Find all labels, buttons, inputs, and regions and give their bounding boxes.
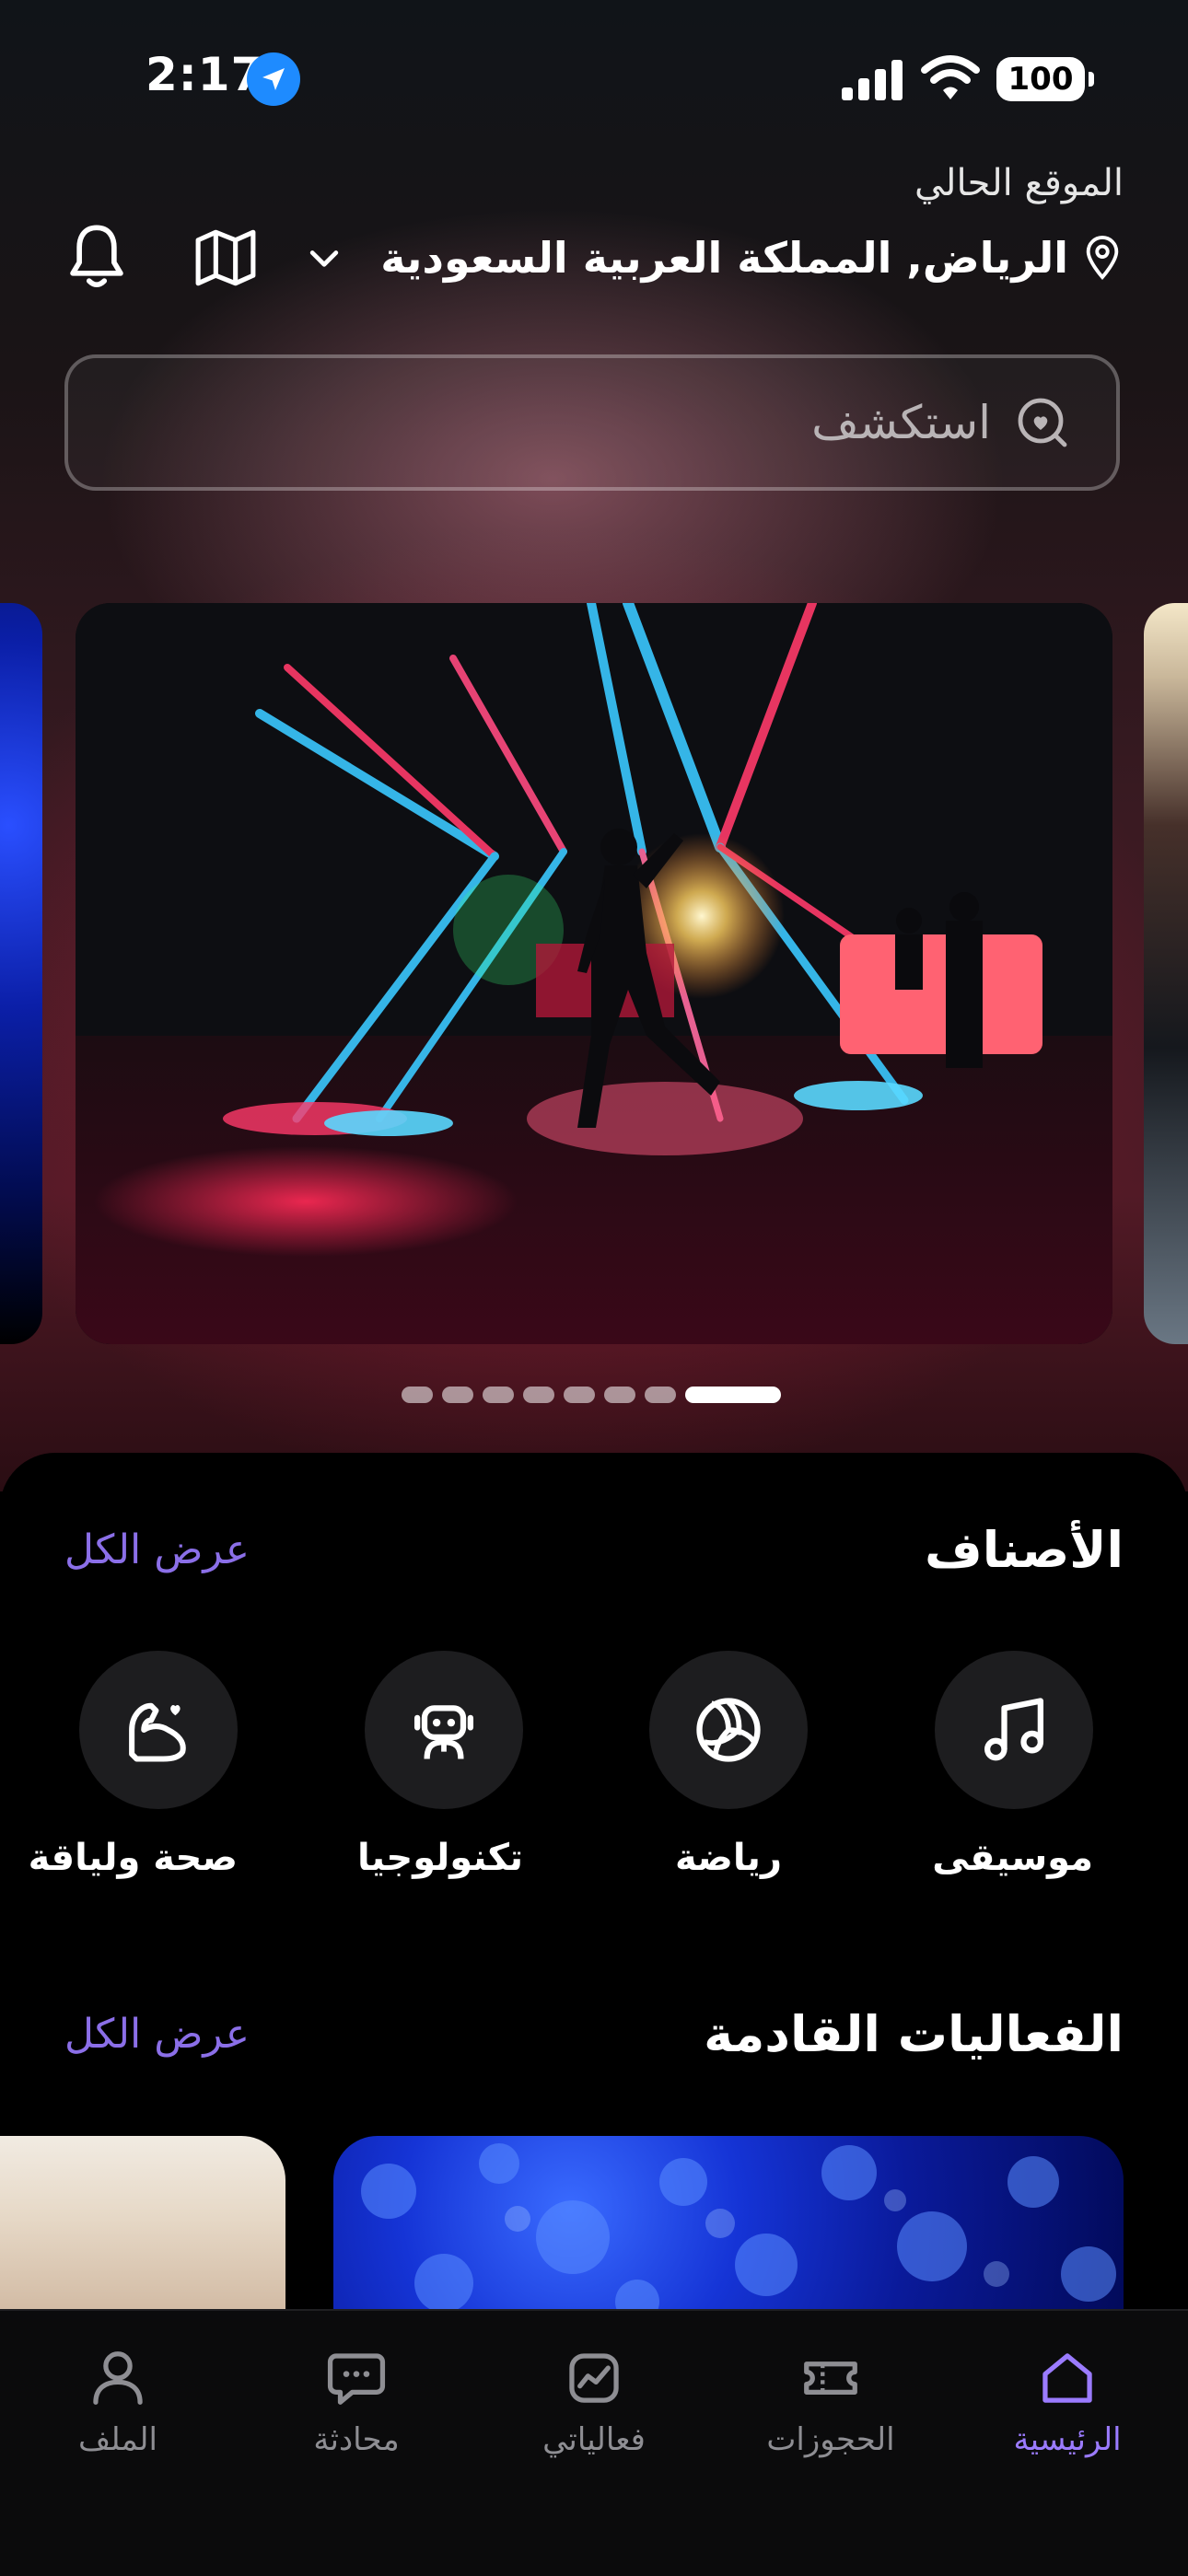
profile-icon: [93, 2351, 143, 2405]
category-sports[interactable]: رياضة: [649, 1651, 808, 1879]
activity-chart-icon: [569, 2353, 619, 2403]
event-image: [361, 2143, 1116, 2320]
event-card-primary[interactable]: [333, 2136, 1124, 2320]
category-label: موسيقى: [932, 1837, 1093, 1879]
pagination-dot[interactable]: [483, 1387, 514, 1403]
tab-bookings[interactable]: الحجوزات: [729, 2346, 932, 2458]
status-time: 2:17: [146, 48, 264, 101]
event-card-secondary[interactable]: [0, 2136, 285, 2320]
category-icon-circle: [365, 1651, 523, 1809]
category-technology[interactable]: تكنولوجيا: [357, 1651, 523, 1879]
pagination-dot[interactable]: [523, 1387, 554, 1403]
pagination-dot[interactable]: [564, 1387, 595, 1403]
search-input[interactable]: استكشف: [64, 354, 1120, 491]
category-label: صحة ولياقة: [28, 1837, 238, 1879]
tab-label: الملف: [78, 2421, 157, 2458]
category-health-fitness[interactable]: صحة ولياقة: [28, 1651, 238, 1879]
categories-view-all-link[interactable]: عرض الكل: [64, 1526, 250, 1573]
pagination-dot[interactable]: [442, 1387, 473, 1403]
category-icon-circle: [649, 1651, 808, 1809]
location-label: الموقع الحالي: [914, 162, 1124, 204]
home-icon: [1042, 2353, 1092, 2403]
tab-my-events[interactable]: فعالياتي: [493, 2346, 695, 2458]
category-icon-circle: [79, 1651, 238, 1809]
carousel-card-current[interactable]: [76, 603, 1112, 1344]
music-note-icon: [984, 1698, 1044, 1761]
category-icon-circle: [935, 1651, 1093, 1809]
pagination-dot[interactable]: [604, 1387, 635, 1403]
carousel-card-next[interactable]: [1144, 603, 1188, 1344]
chat-bubble-icon: [327, 2353, 386, 2405]
carousel-pagination: [402, 1387, 781, 1403]
tab-home[interactable]: الرئيسية: [966, 2346, 1169, 2458]
muscle-heart-icon: [129, 1702, 186, 1762]
categories-title: الأصناف: [925, 1521, 1124, 1579]
tab-label: الرئيسية: [1013, 2421, 1122, 2458]
location-selector[interactable]: الرياض, المملكة العربية السعودية: [380, 228, 1124, 287]
location-value: الرياض, المملكة العربية السعودية: [380, 233, 1068, 283]
upcoming-events-title: الفعاليات القادمة: [704, 2005, 1124, 2063]
tab-label: محادثة: [313, 2421, 400, 2458]
tab-profile[interactable]: الملف: [17, 2346, 219, 2458]
ticket-icon: [804, 2361, 857, 2395]
carousel-card-previous[interactable]: [0, 603, 42, 1344]
event-image: [76, 603, 1112, 1344]
search-placeholder: استكشف: [811, 396, 991, 449]
category-label: تكنولوجيا: [357, 1837, 523, 1879]
tab-chat[interactable]: محادثة: [255, 2346, 458, 2458]
category-label: رياضة: [675, 1837, 782, 1879]
explore-search-icon: [1018, 398, 1067, 447]
tab-label: فعالياتي: [542, 2421, 646, 2458]
map-icon[interactable]: [193, 228, 258, 287]
volleyball-icon: [696, 1698, 761, 1762]
map-pin-icon: [1086, 236, 1119, 280]
notification-bell-icon[interactable]: [66, 221, 127, 291]
tab-label: الحجوزات: [766, 2421, 895, 2458]
wifi-icon: [921, 55, 980, 99]
chevron-down-icon[interactable]: [304, 238, 344, 278]
category-music[interactable]: موسيقى: [932, 1651, 1093, 1879]
battery-indicator: 100: [996, 57, 1094, 101]
robot-icon: [413, 1705, 474, 1759]
cellular-signal-icon: [842, 60, 903, 100]
pagination-dot[interactable]: [645, 1387, 676, 1403]
upcoming-view-all-link[interactable]: عرض الكل: [64, 2011, 250, 2058]
location-services-icon: [247, 52, 300, 106]
pagination-dot-active[interactable]: [685, 1387, 781, 1403]
pagination-dot[interactable]: [402, 1387, 433, 1403]
